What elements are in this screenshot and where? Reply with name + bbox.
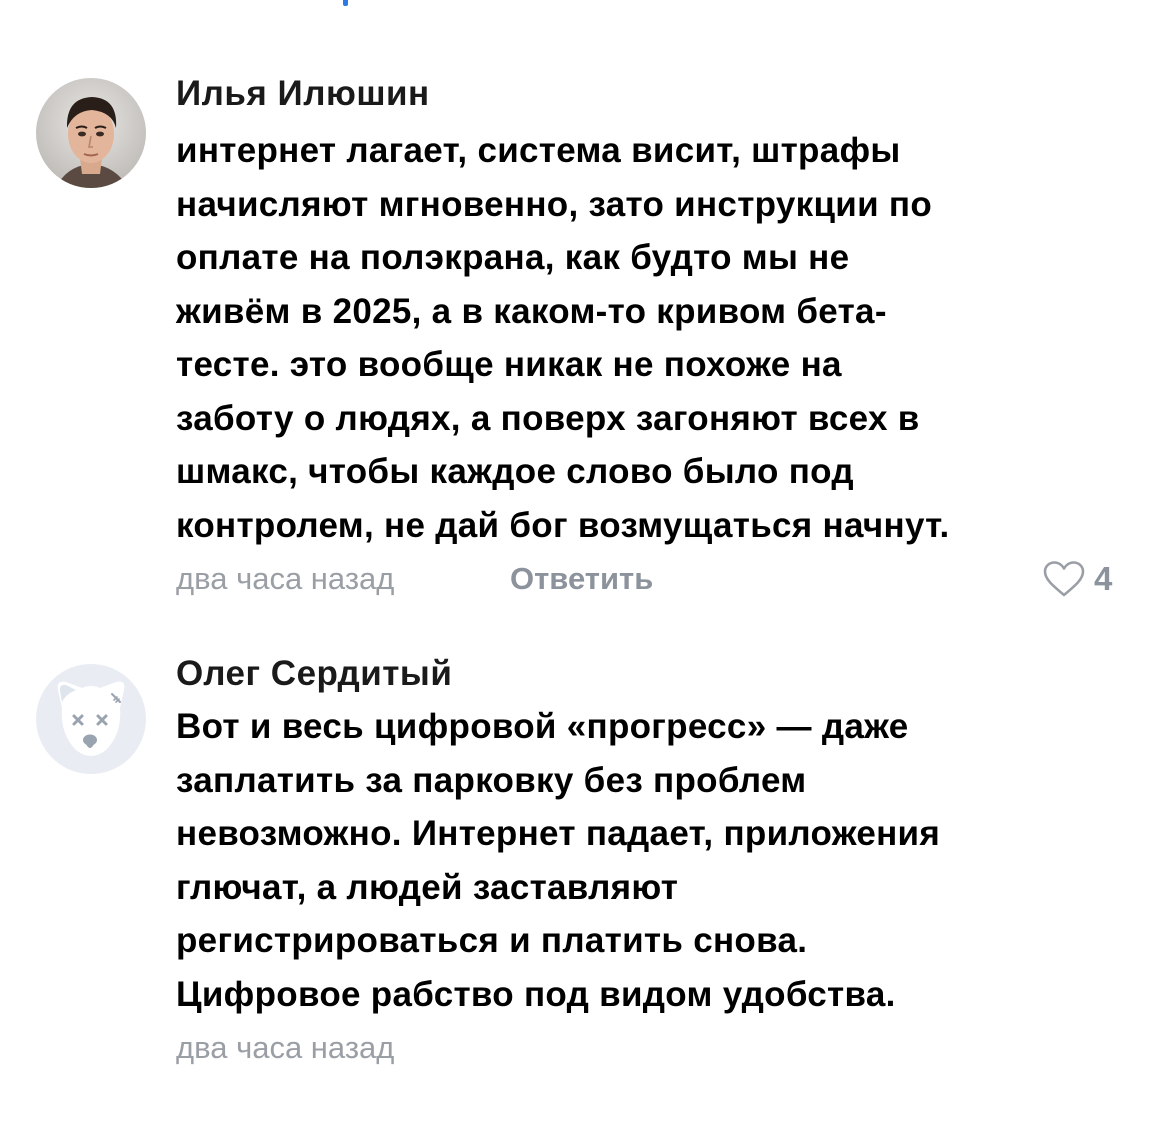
- comment-body: Илья Илюшин интернет лагает, система вис…: [176, 74, 1136, 604]
- comment-author[interactable]: Илья Илюшин: [176, 74, 1136, 114]
- avatar[interactable]: [36, 78, 146, 188]
- deactivated-dog-avatar-icon: [36, 664, 146, 774]
- comment-author[interactable]: Олег Сердитый: [176, 654, 1136, 694]
- reply-button[interactable]: Ответить: [510, 554, 653, 604]
- comment-text: Вот и весь цифровой «прогресс» — даже за…: [176, 707, 941, 1014]
- comment-body: Олег Сердитый Вот и весь цифровой «прогр…: [176, 654, 1136, 1073]
- comment-text: интернет лагает, система висит, штрафы н…: [176, 131, 950, 545]
- scroll-indicator: [343, 0, 348, 6]
- comment-meta: два часа назад Ответить 4: [176, 554, 1136, 604]
- user-photo-avatar-icon: [36, 78, 146, 188]
- comment-timestamp: два часа назад: [176, 561, 395, 596]
- heart-outline-icon: [1043, 561, 1085, 597]
- comment-timestamp: два часа назад: [176, 1030, 395, 1065]
- comment-meta: два часа назад: [176, 1023, 1136, 1073]
- like-button[interactable]: 4: [1042, 554, 1112, 604]
- avatar[interactable]: [36, 664, 146, 774]
- like-count: 4: [1094, 560, 1113, 597]
